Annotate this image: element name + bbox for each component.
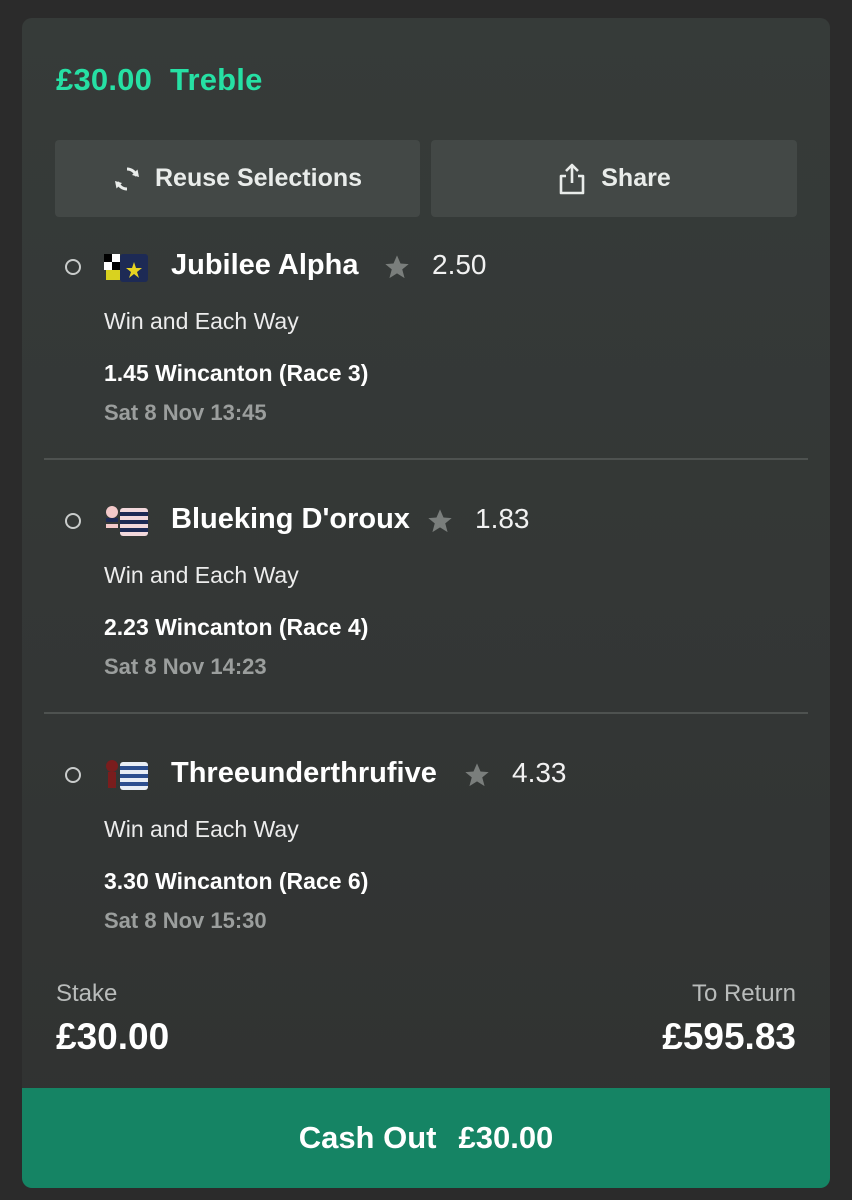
horse-name: Jubilee Alpha: [171, 249, 359, 281]
cash-out-button[interactable]: Cash Out £30.00: [22, 1088, 830, 1188]
market: Win and Each Way: [104, 308, 299, 334]
race-time: Sat 8 Nov 13:45: [104, 400, 267, 425]
to-return-value: £595.83: [662, 1016, 796, 1057]
horse-name: Threeunderthrufive: [171, 757, 437, 789]
reuse-selections-label: Reuse Selections: [154, 164, 363, 192]
selection-radio[interactable]: [65, 259, 81, 275]
market: Win and Each Way: [104, 816, 299, 842]
horse-name: Blueking D'oroux: [171, 503, 410, 535]
star-icon[interactable]: [426, 507, 454, 535]
stake-value: £30.00: [56, 1016, 170, 1057]
race-time: Sat 8 Nov 14:23: [104, 654, 267, 679]
bet-amount: £30.00: [56, 62, 153, 97]
race-time: Sat 8 Nov 15:30: [104, 908, 267, 933]
bet-card: £30.00 Treble Reuse Selections Share Jubi…: [22, 18, 830, 1188]
bet-title: £30.00 Treble: [56, 62, 263, 98]
cash-out-label: Cash Out: [298, 1120, 437, 1155]
star-icon[interactable]: [383, 253, 411, 281]
divider: [44, 458, 808, 460]
cash-out-amount: £30.00: [458, 1120, 554, 1155]
odds: 1.83: [475, 503, 530, 534]
bet-type: Treble: [170, 62, 263, 97]
refresh-icon: [114, 167, 139, 190]
stake-label: Stake: [56, 980, 118, 1007]
share-icon: [559, 163, 585, 194]
star-icon[interactable]: [463, 761, 491, 789]
selection-radio[interactable]: [65, 767, 81, 783]
race-name: 3.30 Wincanton (Race 6): [104, 868, 369, 894]
share-label: Share: [601, 164, 671, 192]
to-return-label: To Return: [691, 980, 796, 1007]
odds: 2.50: [432, 249, 487, 280]
odds: 4.33: [512, 757, 567, 788]
market: Win and Each Way: [104, 562, 299, 588]
jockey-silk-icon: [104, 254, 148, 282]
divider: [44, 712, 808, 714]
share-button[interactable]: Share: [431, 140, 797, 217]
selection-radio[interactable]: [65, 513, 81, 529]
reuse-selections-button[interactable]: Reuse Selections: [55, 140, 420, 217]
race-name: 2.23 Wincanton (Race 4): [104, 614, 369, 640]
jockey-silk-icon: [106, 506, 148, 536]
jockey-silk-icon: [106, 760, 148, 790]
race-name: 1.45 Wincanton (Race 3): [104, 360, 369, 386]
